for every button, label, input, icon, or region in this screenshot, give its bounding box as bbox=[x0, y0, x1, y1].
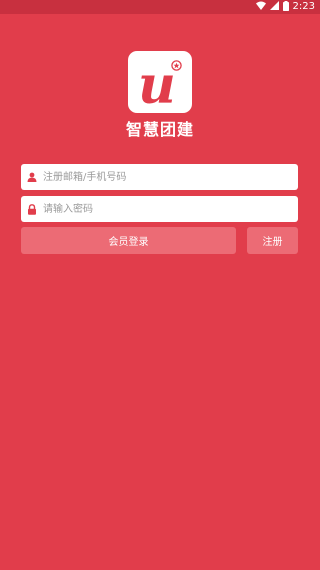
register-button[interactable]: 注册 bbox=[247, 227, 298, 254]
password-field[interactable] bbox=[21, 196, 298, 222]
password-input[interactable] bbox=[43, 197, 283, 221]
status-icons: 2:23 bbox=[255, 0, 315, 14]
app-name: 智慧团建 bbox=[125, 120, 194, 139]
login-button[interactable]: 会员登录 bbox=[21, 227, 236, 254]
logo-letter: u bbox=[138, 55, 176, 113]
status-bar: 2:23 bbox=[0, 0, 320, 14]
account-field[interactable] bbox=[21, 164, 298, 190]
app-logo-mark: u bbox=[138, 55, 182, 116]
battery-icon bbox=[282, 0, 289, 14]
lock-icon bbox=[21, 196, 43, 222]
account-input[interactable] bbox=[43, 165, 283, 189]
signal-icon bbox=[269, 1, 279, 13]
status-time: 2:23 bbox=[292, 1, 315, 12]
wifi-icon bbox=[255, 1, 266, 13]
app-logo: u bbox=[128, 51, 192, 116]
user-icon bbox=[21, 164, 43, 190]
